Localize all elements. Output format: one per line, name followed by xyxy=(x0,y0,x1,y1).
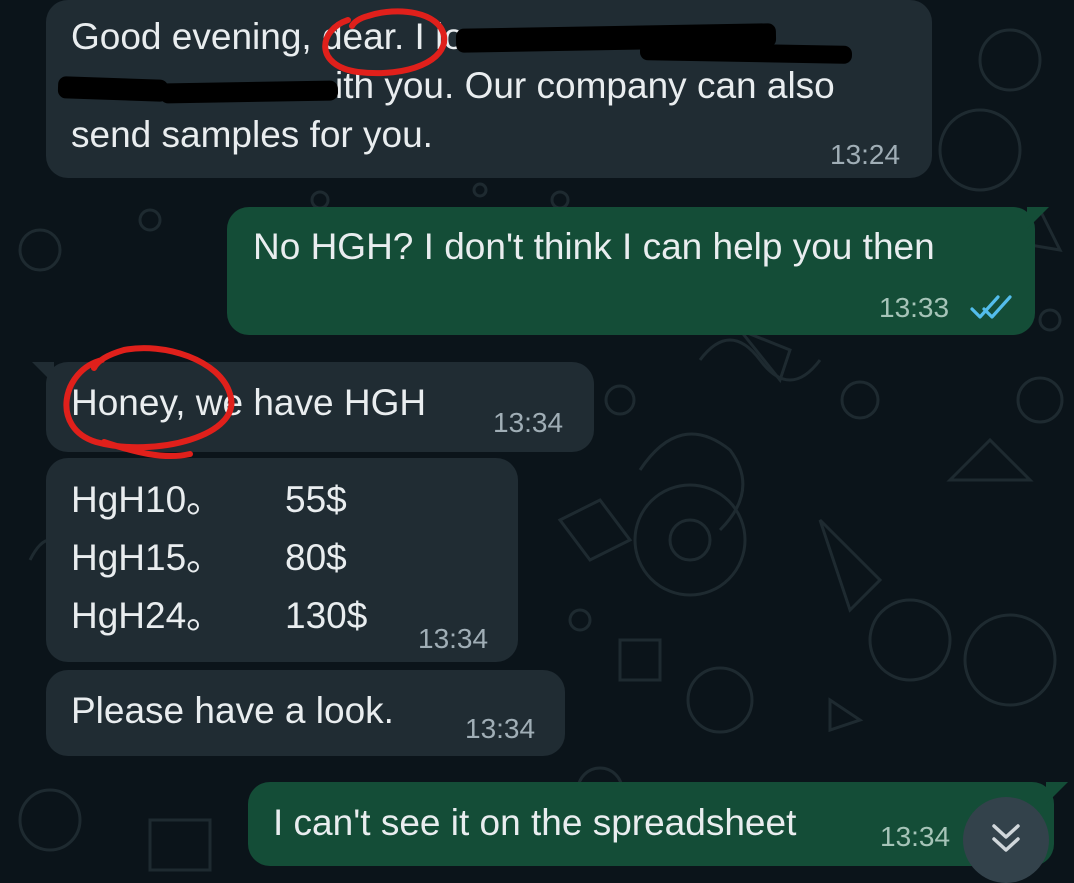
price-row: HgH24。 130$ xyxy=(71,592,367,640)
message-timestamp: 13:34 xyxy=(465,713,536,744)
message-text: No HGH? I don't think I can help you the… xyxy=(253,226,935,267)
price-row: HgH10。 55$ xyxy=(71,476,367,524)
product-price: 80$ xyxy=(285,537,347,578)
price-list: HgH10。 55$ HgH15。 80$ HgH24。 130$ xyxy=(71,476,367,640)
message-timestamp: 13:24 xyxy=(830,139,901,170)
chevron-double-down-icon xyxy=(988,820,1024,861)
message-bubble-incoming[interactable]: Honey, we have HGH 13:34 xyxy=(32,362,594,452)
message-text: Honey, we have HGH xyxy=(71,382,427,423)
product-name: HgH10。 xyxy=(71,479,224,520)
scroll-to-bottom-button[interactable] xyxy=(963,797,1049,883)
message-text: Please have a look. xyxy=(71,690,394,731)
product-name: HgH15。 xyxy=(71,537,224,578)
message-timestamp: 13:34 xyxy=(880,821,951,852)
message-timestamp: 13:34 xyxy=(418,623,489,654)
redaction-mark xyxy=(57,76,169,102)
message-bubble-outgoing[interactable]: No HGH? I don't think I can help you the… xyxy=(227,207,1049,335)
redaction-mark xyxy=(159,80,339,104)
message-bubble-incoming[interactable]: HgH10。 55$ HgH15。 80$ HgH24。 130$ 13:34 xyxy=(46,458,518,662)
double-check-icon xyxy=(969,293,1013,326)
message-bubble-incoming[interactable]: Please have a look. 13:34 xyxy=(46,670,565,756)
price-row: HgH15。 80$ xyxy=(71,534,367,582)
message-bubble-outgoing[interactable]: I can't see it on the spreadsheet 13:34 xyxy=(248,782,1068,866)
product-name: HgH24。 xyxy=(71,595,224,636)
bubble-tail xyxy=(1027,207,1049,229)
bubble-tail xyxy=(1046,782,1068,804)
message-text: I can't see it on the spreadsheet xyxy=(273,802,797,843)
product-price: 55$ xyxy=(285,479,347,520)
redaction-mark xyxy=(639,42,853,64)
message-timestamp: 13:33 xyxy=(879,292,950,323)
product-price: 130$ xyxy=(285,595,368,636)
message-timestamp: 13:34 xyxy=(493,407,564,438)
bubble-tail xyxy=(32,362,54,384)
